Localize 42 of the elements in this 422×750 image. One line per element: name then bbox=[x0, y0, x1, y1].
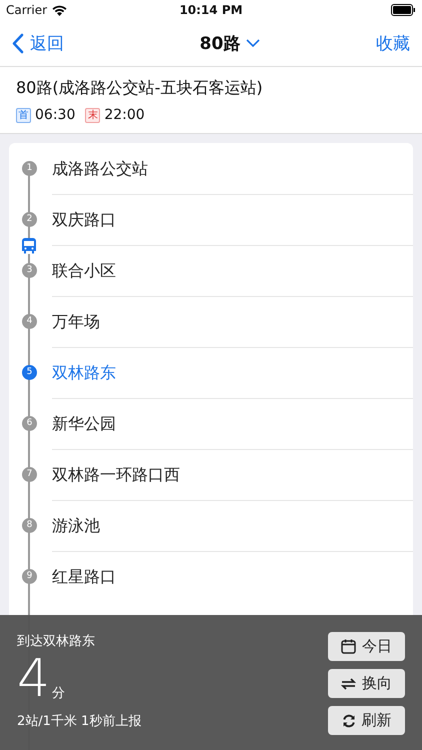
wifi-icon bbox=[52, 4, 68, 16]
minutes-unit: 分 bbox=[52, 685, 66, 702]
route-switcher[interactable]: 80路 bbox=[200, 32, 260, 54]
station-name[interactable]: 双庆路口 bbox=[52, 194, 413, 245]
arrival-destination: 到达双林路东 bbox=[17, 633, 96, 650]
chevron-down-icon bbox=[246, 39, 260, 47]
chevron-left-icon bbox=[12, 32, 24, 54]
station-name[interactable]: 双林路东 bbox=[52, 347, 413, 398]
carrier-label: Carrier bbox=[6, 3, 48, 17]
route-name: 80路(成洛路公交站-五块石客运站) bbox=[16, 78, 264, 99]
station-number: 2 bbox=[22, 212, 37, 227]
station-number: 6 bbox=[22, 416, 37, 431]
calendar-button[interactable]: 今日 bbox=[328, 632, 405, 661]
station-name[interactable]: 游泳池 bbox=[52, 500, 413, 551]
status-time: 10:14 PM bbox=[178, 3, 244, 17]
last-bus-tag: 末 bbox=[85, 108, 100, 122]
station-number: 9 bbox=[22, 569, 37, 584]
swap-icon bbox=[341, 678, 356, 690]
arrival-detail: 2站/1千米 1秒前上报 bbox=[17, 713, 142, 730]
battery-icon bbox=[391, 4, 416, 16]
station-name[interactable]: 成洛路公交站 bbox=[52, 144, 413, 194]
station-number: 3 bbox=[22, 263, 37, 278]
station-name[interactable]: 万年场 bbox=[52, 296, 413, 347]
refresh-button[interactable]: 刷新 bbox=[328, 706, 405, 735]
favorite-button[interactable]: 收藏 bbox=[376, 32, 410, 54]
station-name[interactable]: 联合小区 bbox=[52, 245, 413, 296]
refresh-icon bbox=[342, 714, 356, 728]
last-bus-time: 22:00 bbox=[104, 107, 145, 123]
swap-button[interactable]: 换向 bbox=[328, 669, 405, 698]
first-bus-tag: 首 bbox=[16, 108, 31, 122]
arrival-minutes: 4 bbox=[17, 652, 50, 706]
station-name[interactable]: 红星路口 bbox=[52, 551, 413, 602]
first-bus-time: 06:30 bbox=[35, 107, 76, 123]
back-button[interactable]: 返回 bbox=[12, 32, 64, 54]
station-name[interactable]: 双林路一环路口西 bbox=[52, 449, 413, 500]
station-number: 7 bbox=[22, 467, 37, 482]
station-number: 8 bbox=[22, 518, 37, 533]
station-name[interactable]: 新华公园 bbox=[52, 398, 413, 449]
station-number: 1 bbox=[22, 161, 37, 176]
station-number: 4 bbox=[22, 314, 37, 329]
station-number: 5 bbox=[22, 365, 37, 380]
calendar-icon bbox=[341, 639, 356, 654]
